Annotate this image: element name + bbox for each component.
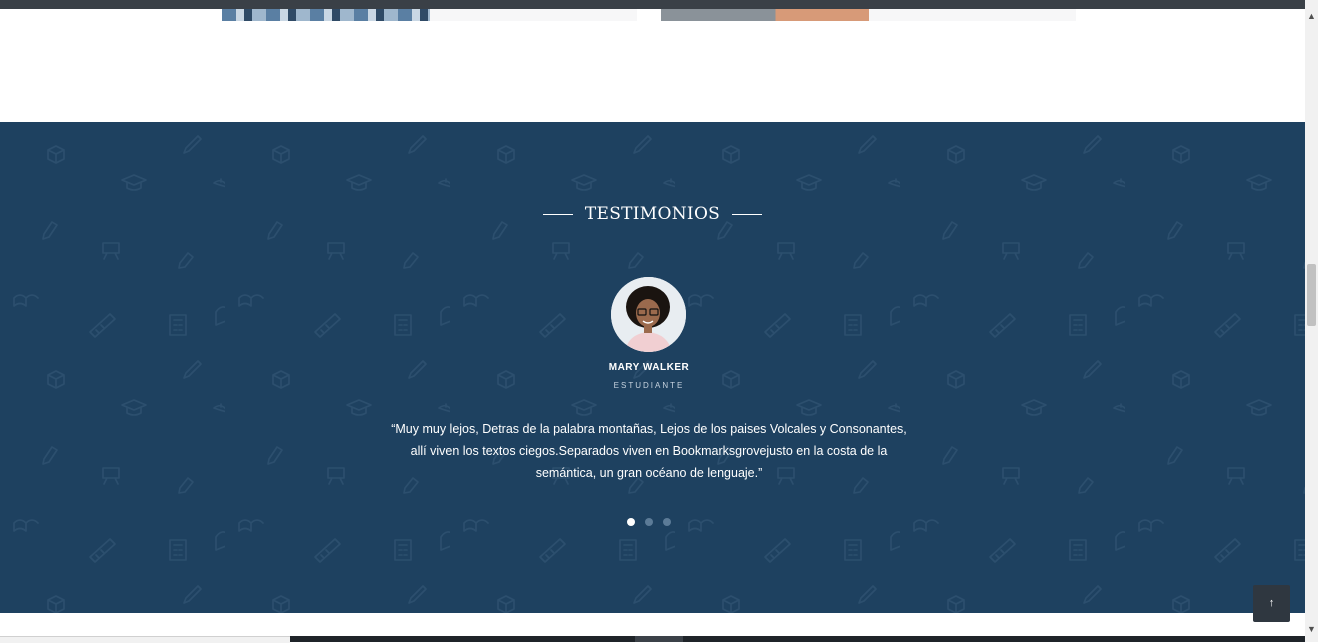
carousel-dots [0, 518, 1298, 526]
footer-strip-dark [290, 636, 1305, 642]
top-bar [0, 0, 1305, 9]
card-body-1 [430, 9, 637, 21]
footer-strip-accent [635, 636, 683, 642]
scroll-thumb[interactable] [1307, 264, 1316, 326]
card-image-2[interactable] [661, 9, 869, 21]
card-body-2 [869, 9, 1076, 21]
scroll-up-arrow[interactable]: ▲ [1305, 9, 1318, 23]
scrollbar[interactable]: ▲ ▼ [1305, 0, 1318, 642]
scroll-down-arrow[interactable]: ▼ [1305, 622, 1318, 636]
heading-rule-left [542, 213, 573, 215]
avatar [611, 277, 686, 352]
card-image-1[interactable] [222, 9, 430, 21]
carousel-dot-3[interactable] [663, 518, 671, 526]
testimonial-quote: “Muy muy lejos, Detras de la palabra mon… [391, 422, 907, 480]
student-photo [611, 277, 686, 352]
carousel-dot-2[interactable] [645, 518, 653, 526]
section-heading: TESTIMONIOS [0, 204, 1305, 224]
section-title: TESTIMONIOS [584, 204, 721, 224]
back-to-top-button[interactable]: ↑ [1253, 585, 1290, 622]
arrow-up-icon: ↑ [1268, 597, 1275, 609]
testimonial-author: MARY WALKER [608, 362, 690, 373]
carousel-dot-1[interactable] [627, 518, 635, 526]
heading-rule-right [732, 213, 763, 215]
testimonial-role: ESTUDIANTE [613, 381, 685, 390]
testimonials-section: TESTIMONIOS MARY WALKER ESTUDIANTE “Muy … [0, 122, 1305, 613]
